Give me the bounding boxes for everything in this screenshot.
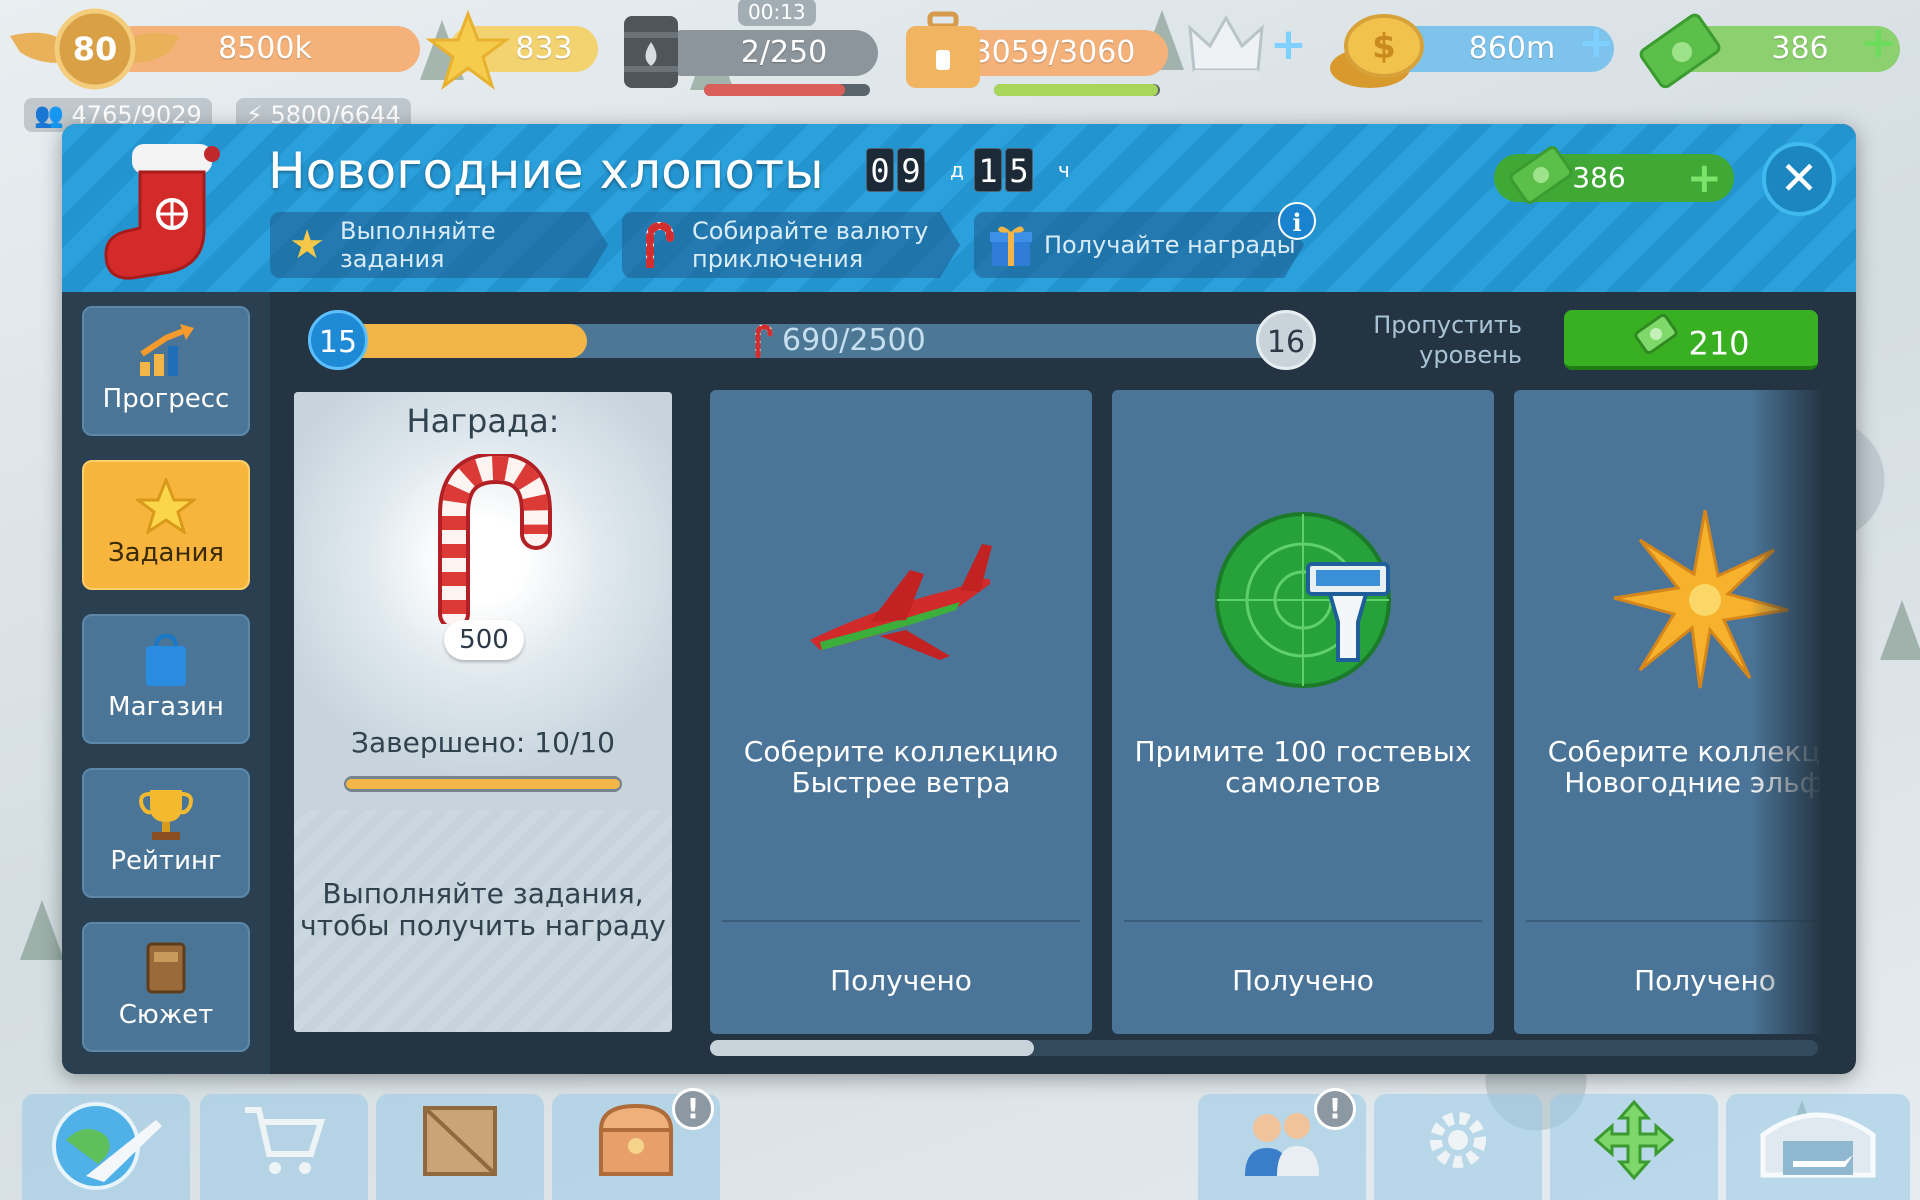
- task-description: Примите 100 гостевых самолетов: [1134, 735, 1472, 799]
- red-jet-icon: [710, 510, 1092, 690]
- step-get-rewards: Получайте награды: [974, 212, 1304, 278]
- reward-amount: 500: [444, 620, 524, 660]
- tasks-scrollbar[interactable]: [710, 1040, 1818, 1056]
- cash-banknote-icon: [1634, 8, 1730, 96]
- progress-chart-icon: [136, 324, 196, 380]
- fuel-barrel-icon[interactable]: [616, 10, 686, 94]
- svg-text:$: $: [1372, 27, 1396, 67]
- trophy-icon: [136, 786, 196, 842]
- move-mode-button[interactable]: [1550, 1094, 1718, 1200]
- move-arrows-icon: [1592, 1098, 1676, 1196]
- task-card[interactable]: Соберите коллекцию Быстрее ветра Получен…: [710, 390, 1092, 1034]
- star-icon: [133, 475, 199, 536]
- settings-button[interactable]: [1374, 1094, 1542, 1200]
- reward-hint: Выполняйте задания, чтобы получить награ…: [294, 810, 672, 1032]
- shopping-bag-icon: [136, 632, 196, 688]
- crown-icon[interactable]: [1186, 10, 1266, 86]
- reward-title: Награда:: [406, 402, 560, 440]
- next-level-badge: 16: [1256, 310, 1316, 370]
- current-level-badge: 15: [308, 310, 368, 370]
- staff-alert-badge: !: [1314, 1088, 1356, 1130]
- task-description: Соберите коллекцию Быстрее ветра: [743, 735, 1059, 799]
- suitcase-icon[interactable]: [900, 10, 986, 94]
- star-icon: [426, 10, 510, 90]
- event-title: Новогодние хлопоты: [268, 142, 824, 200]
- gold-coins-icon: $: [1322, 6, 1432, 96]
- progress-counter: 690/2500: [782, 323, 926, 358]
- cash-banknote-icon: [1506, 140, 1576, 210]
- fuel-timer: 00:13: [738, 0, 816, 26]
- timer-hours-unit: ч: [1058, 158, 1070, 182]
- task-card[interactable]: Примите 100 гостевых самолетов Получено: [1112, 390, 1494, 1034]
- task-status: Получено: [830, 964, 972, 997]
- cash-banknote-icon: [1632, 310, 1680, 377]
- timer-days-unit: д: [950, 158, 964, 182]
- christmas-stocking-icon: [92, 138, 242, 288]
- event-sidebar: Прогресс Задания Магазин Рейтинг Сюжет: [62, 292, 270, 1074]
- globe-plane-icon: [46, 1090, 166, 1200]
- hangar-icon: [1753, 1095, 1883, 1199]
- fuel-bar: 2/250: [660, 30, 878, 76]
- settings-gear-icon: [1418, 1100, 1498, 1194]
- book-icon: [136, 940, 196, 996]
- world-map-button[interactable]: [22, 1094, 190, 1200]
- reward-progress-fill: [346, 779, 620, 789]
- chest-alert-badge: !: [672, 1088, 714, 1130]
- info-button[interactable]: i: [1278, 202, 1316, 240]
- event-panel: Новогодние хлопоты 0 9 д 1 5 ч ★ Выполня…: [62, 124, 1856, 1074]
- shop-cart-button[interactable]: [200, 1094, 368, 1200]
- timer-days: 0 9: [866, 148, 925, 192]
- crown-plus-button[interactable]: +: [1270, 23, 1307, 67]
- sidebar-item-tasks[interactable]: Задания: [82, 460, 250, 590]
- candy-cane-icon: [414, 451, 554, 630]
- coins-plus-button[interactable]: +: [1578, 21, 1615, 65]
- tasks-scrollbar-thumb[interactable]: [710, 1040, 1034, 1056]
- close-button[interactable]: ✕: [1762, 142, 1836, 216]
- shopping-cart-icon: [239, 1100, 329, 1194]
- cash-plus-button[interactable]: +: [1860, 21, 1897, 65]
- sidebar-item-story[interactable]: Сюжет: [82, 922, 250, 1052]
- reward-card: Награда: 500 Завершено: 10/10 Выполняйте…: [294, 392, 672, 1032]
- treasure-chest-icon: [591, 1100, 681, 1194]
- passengers-icon: 👥: [34, 101, 64, 129]
- cargo-progress: [994, 84, 1160, 96]
- sidebar-item-shop[interactable]: Магазин: [82, 614, 250, 744]
- crate-icon: [415, 1100, 505, 1194]
- fuel-progress: [704, 84, 870, 96]
- step-collect-currency: Собирайте валюту приключения: [622, 212, 960, 278]
- tasks-carousel[interactable]: Соберите коллекцию Быстрее ветра Получен…: [710, 390, 1820, 1036]
- timer-hours: 1 5: [974, 148, 1033, 192]
- gift-icon: [988, 222, 1034, 268]
- level-wings-badge[interactable]: 80: [10, 6, 180, 92]
- warehouse-button[interactable]: [376, 1094, 544, 1200]
- reward-progress-bar: [344, 776, 622, 792]
- staff-icon: [1237, 1100, 1327, 1194]
- candy-cane-icon: [752, 324, 776, 359]
- add-cash-button[interactable]: +: [1687, 154, 1722, 202]
- reward-completed: Завершено: 10/10: [351, 726, 615, 759]
- star-icon: ★: [289, 222, 325, 268]
- sidebar-item-rating[interactable]: Рейтинг: [82, 768, 250, 898]
- task-status: Получено: [1232, 964, 1374, 997]
- level-number: 80: [72, 30, 118, 68]
- radar-tower-icon: [1112, 510, 1494, 690]
- event-header: Новогодние хлопоты 0 9 д 1 5 ч ★ Выполня…: [62, 124, 1856, 292]
- skip-level-button[interactable]: 210: [1564, 310, 1818, 370]
- skip-level-label: Пропустить уровень: [1373, 311, 1522, 369]
- top-hud: 8500k 80 833 00:13 2/250 3059/3060 + 860…: [0, 0, 1920, 132]
- step-complete-tasks: ★ Выполняйте задания: [270, 212, 608, 278]
- candy-cane-icon: [636, 221, 682, 270]
- sidebar-item-progress[interactable]: Прогресс: [82, 306, 250, 436]
- hangar-button[interactable]: [1726, 1094, 1910, 1200]
